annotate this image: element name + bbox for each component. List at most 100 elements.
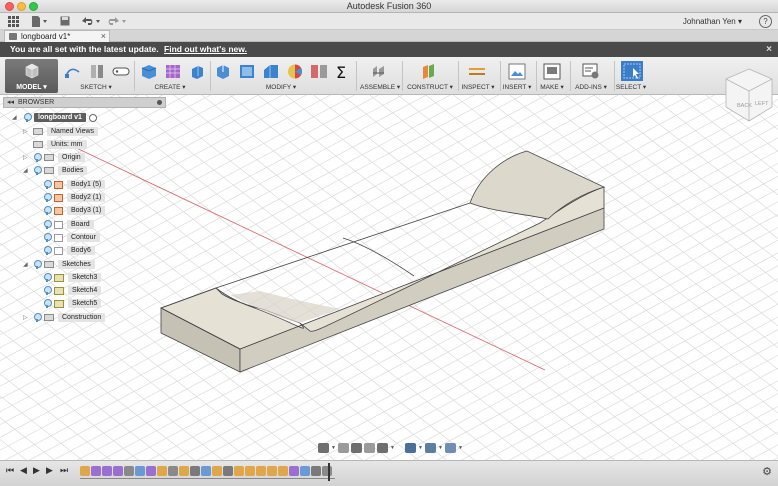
select-menu[interactable]: SELECT ▾ <box>614 83 648 91</box>
chevron-down-icon[interactable]: ▼ <box>390 445 395 451</box>
visibility-bulb-icon[interactable] <box>33 153 42 162</box>
visibility-bulb-icon[interactable] <box>43 193 52 202</box>
construct-menu[interactable]: CONSTRUCT ▾ <box>404 83 456 91</box>
timeline-feature[interactable] <box>234 465 244 476</box>
banner-close-icon[interactable]: × <box>766 42 772 57</box>
browser-panel-header[interactable]: ◂◂ BROWSER <box>3 97 166 108</box>
timeline-feature[interactable] <box>223 465 233 476</box>
timeline-feature[interactable] <box>190 465 200 476</box>
play-icon[interactable]: ▶ <box>33 466 42 475</box>
timeline-feature[interactable] <box>278 465 288 476</box>
view-cube[interactable]: BACK LEFT <box>724 67 774 123</box>
create-menu[interactable]: CREATE ▾ <box>150 83 190 91</box>
expand-arrow-icon[interactable]: ▷ <box>23 154 28 161</box>
redo-icon[interactable] <box>106 14 128 28</box>
insert-menu[interactable]: INSERT ▾ <box>500 83 534 91</box>
go-to-start-icon[interactable]: ⏮ <box>6 466 15 475</box>
close-tab-icon[interactable]: × <box>101 31 106 42</box>
tree-item-sketches[interactable]: Sketches <box>33 259 95 270</box>
look-at-icon[interactable] <box>338 443 349 453</box>
visibility-bulb-icon[interactable] <box>43 299 52 308</box>
collapse-arrow-icon[interactable]: ◢ <box>23 167 28 174</box>
assemble-menu[interactable]: ASSEMBLE ▾ <box>360 83 400 91</box>
user-menu[interactable]: Johnathan Yen ▾ <box>683 13 742 30</box>
press-pull-icon[interactable] <box>214 63 232 80</box>
data-panel-grid-icon[interactable] <box>6 14 20 28</box>
undo-icon[interactable] <box>80 14 102 28</box>
save-icon[interactable] <box>59 14 71 28</box>
visibility-bulb-icon[interactable] <box>43 206 52 215</box>
tree-item-root[interactable]: longboard v1 <box>23 112 97 123</box>
viewcube-face-left[interactable]: LEFT <box>755 101 769 107</box>
select-icon[interactable] <box>621 61 643 81</box>
physical-material-icon[interactable] <box>310 63 328 80</box>
insert-image-icon[interactable] <box>508 63 526 80</box>
chevron-down-icon[interactable]: ▼ <box>438 445 443 451</box>
chevron-down-icon[interactable]: ▼ <box>458 445 463 451</box>
finish-sketch-icon[interactable] <box>88 63 106 80</box>
tree-item-bodies[interactable]: Bodies <box>33 165 88 176</box>
chevron-down-icon[interactable]: ▼ <box>418 445 423 451</box>
visibility-bulb-icon[interactable] <box>33 166 42 175</box>
scripts-addins-icon[interactable] <box>582 63 600 80</box>
timeline-feature[interactable] <box>113 465 123 476</box>
tree-item-board[interactable]: Board <box>43 219 94 230</box>
fillet-icon[interactable] <box>238 63 256 80</box>
timeline-feature[interactable] <box>289 465 299 476</box>
expand-arrow-icon[interactable]: ▷ <box>23 314 28 321</box>
visibility-bulb-icon[interactable] <box>43 286 52 295</box>
visibility-bulb-icon[interactable] <box>43 180 52 189</box>
visibility-bulb-icon[interactable] <box>43 273 52 282</box>
timeline-feature[interactable] <box>91 465 101 476</box>
tree-item-sketch3[interactable]: Sketch3 <box>43 272 102 283</box>
timeline-feature[interactable] <box>146 465 156 476</box>
timeline-feature[interactable] <box>322 465 332 476</box>
3d-print-icon[interactable] <box>543 63 561 80</box>
timeline-feature[interactable] <box>80 465 90 476</box>
create-sketch-icon[interactable] <box>64 63 82 80</box>
timeline-feature[interactable] <box>179 465 189 476</box>
timeline-settings-gear-icon[interactable]: ⚙ <box>762 465 772 478</box>
visibility-bulb-icon[interactable] <box>43 220 52 229</box>
file-menu-icon[interactable] <box>30 14 48 28</box>
timeline-feature[interactable] <box>267 465 277 476</box>
active-component-radio-icon[interactable] <box>88 113 97 122</box>
orbit-icon[interactable] <box>318 443 329 453</box>
timeline-feature[interactable] <box>311 465 321 476</box>
step-back-icon[interactable]: ◀ <box>20 466 29 475</box>
viewcube-face-back[interactable]: BACK <box>737 103 752 109</box>
collapse-browser-icon[interactable]: ◂◂ <box>7 98 14 107</box>
workspace-switcher-button[interactable]: MODEL ▾ <box>5 59 58 93</box>
tree-item-construction[interactable]: Construction <box>33 312 106 323</box>
go-to-end-icon[interactable]: ⏭ <box>60 466 69 475</box>
slot-icon[interactable] <box>112 63 130 80</box>
timeline-feature[interactable] <box>102 465 112 476</box>
inspect-menu[interactable]: INSPECT ▾ <box>458 83 498 91</box>
timeline-feature[interactable] <box>157 465 167 476</box>
timeline-feature[interactable] <box>256 465 266 476</box>
zoom-icon[interactable] <box>364 443 375 453</box>
measure-icon[interactable] <box>468 63 486 80</box>
step-forward-icon[interactable]: ▶ <box>46 466 55 475</box>
viewports-icon[interactable] <box>445 443 456 453</box>
pan-hand-icon[interactable] <box>351 443 362 453</box>
form-icon[interactable] <box>164 63 182 80</box>
tree-item-named-views[interactable]: Named Views <box>33 126 99 137</box>
help-icon[interactable]: ? <box>759 15 772 28</box>
timeline-feature[interactable] <box>300 465 310 476</box>
tree-item-sketch5[interactable]: Sketch5 <box>43 298 102 309</box>
box-icon[interactable] <box>140 63 158 80</box>
visibility-bulb-icon[interactable] <box>33 313 42 322</box>
tree-item-origin[interactable]: Origin <box>33 152 85 163</box>
expand-arrow-icon[interactable]: ▷ <box>23 128 28 135</box>
grid-snaps-icon[interactable] <box>425 443 436 453</box>
timeline-feature[interactable] <box>212 465 222 476</box>
offset-plane-icon[interactable] <box>420 63 438 80</box>
tree-item-sketch4[interactable]: Sketch4 <box>43 285 102 296</box>
visibility-bulb-icon[interactable] <box>43 233 52 242</box>
sketch-menu[interactable]: SKETCH ▾ <box>76 83 116 91</box>
tree-item-units[interactable]: Units: mm <box>33 139 87 150</box>
joint-icon[interactable] <box>370 63 388 80</box>
timeline-features[interactable] <box>80 464 335 477</box>
modify-menu[interactable]: MODIFY ▾ <box>258 83 304 91</box>
